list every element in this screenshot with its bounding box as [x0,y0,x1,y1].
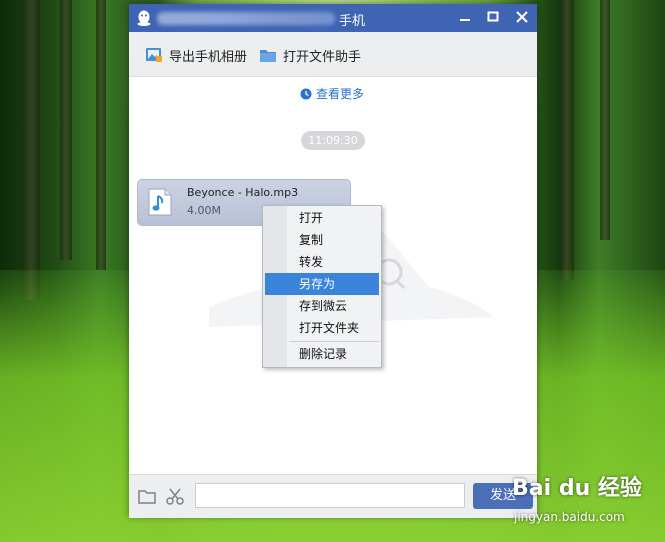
watermark-url: jingyan.baidu.com [514,510,625,524]
file-size: 4.00M [187,204,221,217]
clock-icon [300,88,312,99]
watermark-brand: Bai du 经验 [512,476,642,501]
export-album-button[interactable]: 导出手机相册 [145,45,247,65]
export-album-label: 导出手机相册 [169,49,248,65]
open-file-assistant-label: 打开文件助手 [283,49,362,65]
maximize-icon [487,11,499,22]
menu-item-save-as[interactable]: 另存为 [265,273,379,295]
message-input[interactable] [195,483,465,508]
menu-item-forward[interactable]: 转发 [265,251,379,273]
title-bar[interactable]: 手机 [129,4,537,32]
view-more-link[interactable]: 查看更多 [300,85,364,102]
menu-item-save-to-weiyun[interactable]: 存到微云 [265,295,379,317]
view-more-label: 查看更多 [316,87,365,101]
menu-item-open-folder[interactable]: 打开文件夹 [265,317,379,339]
music-file-icon [148,188,172,216]
context-menu: 打开 复制 转发 另存为 存到微云 打开文件夹 删除记录 [262,205,382,368]
baidu-jingyan-watermark: Bai du 经验 jingyan.baidu.com [512,470,662,530]
menu-separator [289,341,379,342]
close-icon [516,11,528,23]
window-title: 手机 [339,14,366,29]
open-file-assistant-button[interactable]: 打开文件助手 [259,45,361,65]
input-bar: 发送 [129,474,537,518]
menu-item-delete-record[interactable]: 删除记录 [265,343,379,365]
folder-icon[interactable] [137,486,157,506]
file-name: Beyonce - Halo.mp3 [187,186,299,199]
qq-penguin-icon [137,10,151,26]
scissors-icon[interactable] [165,486,185,506]
menu-item-open[interactable]: 打开 [265,207,379,229]
menu-item-copy[interactable]: 复制 [265,229,379,251]
folder-icon [260,50,276,62]
blurred-title [157,12,335,25]
image-export-icon [146,48,162,62]
timestamp-badge: 11:09:30 [301,131,365,150]
minimize-icon [460,19,470,21]
toolbar: 导出手机相册 打开文件助手 [129,32,537,77]
minimize-button[interactable] [454,8,476,28]
maximize-button[interactable] [482,8,504,28]
close-button[interactable] [511,8,533,28]
